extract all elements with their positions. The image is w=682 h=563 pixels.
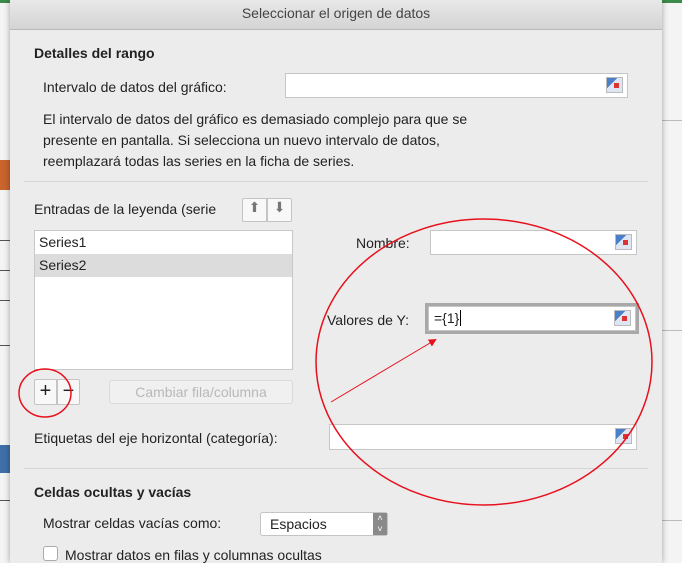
annotation-large-circle	[315, 218, 653, 506]
annotation-arrow	[330, 338, 437, 403]
annotation-overlay	[18, 218, 653, 506]
annotation-small-circle	[18, 368, 72, 418]
